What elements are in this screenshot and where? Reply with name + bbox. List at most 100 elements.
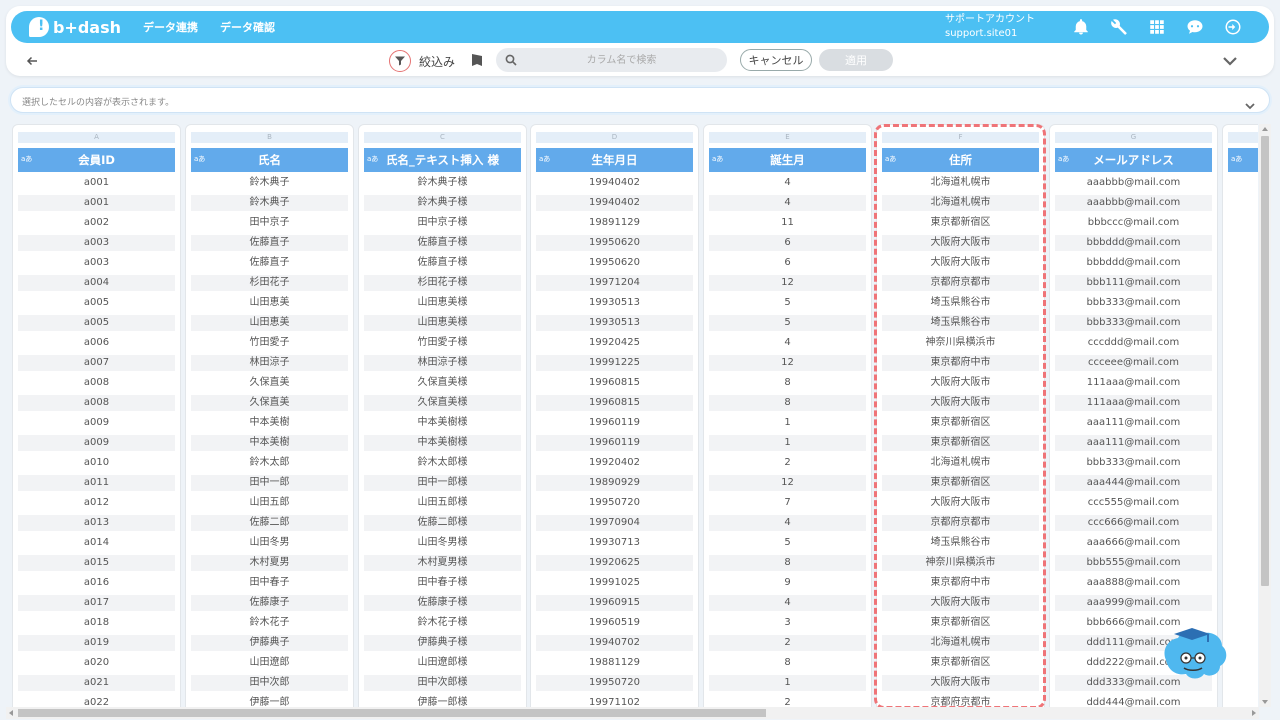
table-cell[interactable]: 北海道札幌市 [882,455,1039,471]
table-cell[interactable]: 東京都新宿区 [882,655,1039,671]
column-letter[interactable]: E [709,132,866,143]
table-cell[interactable]: 杉田花子様 [364,275,521,291]
table-cell[interactable]: 5 [709,295,866,311]
table-cell[interactable]: 4 [709,195,866,211]
table-cell[interactable]: 埼玉県熊谷市 [882,295,1039,311]
table-cell[interactable]: a003 [18,255,175,271]
table-cell[interactable]: bbbccc@mail.com [1055,215,1212,231]
table-cell[interactable]: 佐藤康子様 [364,595,521,611]
table-cell[interactable]: 田中一郎様 [364,475,521,491]
table-cell[interactable]: 4 [709,175,866,191]
table-cell[interactable]: a015 [18,555,175,571]
logout-icon[interactable] [1223,17,1243,37]
table-cell[interactable]: 19930713 [536,535,693,551]
table-cell[interactable]: 大阪府大阪市 [882,395,1039,411]
cell-content-bar[interactable]: 選択したセルの内容が表示されます。 [10,87,1270,113]
column-letter[interactable]: G [1055,132,1212,143]
table-cell[interactable]: 佐藤直子様 [364,255,521,271]
table-cell[interactable]: a008 [18,395,175,411]
table-cell[interactable]: a005 [18,295,175,311]
table-cell[interactable]: bbb333@mail.com [1055,315,1212,331]
table-cell[interactable]: 京都府京都市 [882,695,1039,707]
table-cell[interactable]: 19940402 [536,195,693,211]
logo[interactable]: b+dash [29,17,121,37]
table-cell[interactable]: 5 [709,535,866,551]
nav-data-integration[interactable]: データ連携 [143,19,198,35]
table-cell[interactable]: 山田恵美 [191,315,348,331]
table-cell[interactable]: 4 [709,595,866,611]
table-cell[interactable]: a011 [18,475,175,491]
table-cell[interactable]: 東京都新宿区 [882,415,1039,431]
table-cell[interactable]: 久保直美 [191,375,348,391]
table-cell[interactable]: 田中一郎 [191,475,348,491]
table-cell[interactable]: a005 [18,315,175,331]
table-cell[interactable]: 6 [709,235,866,251]
column-header[interactable]: aあ 氏名 [191,148,348,172]
table-cell[interactable]: 佐藤二郎様 [364,515,521,531]
column-search[interactable] [496,48,727,72]
table-cell[interactable]: ccc666@mail.com [1055,515,1212,531]
table-cell[interactable]: 田中次郎様 [364,675,521,691]
table-cell[interactable]: 111aaa@mail.com [1055,395,1212,411]
table-cell[interactable]: aaa666@mail.com [1055,535,1212,551]
table-cell[interactable]: a021 [18,675,175,691]
table-cell[interactable]: 鈴木太郎様 [364,455,521,471]
table-cell[interactable]: 佐藤二郎 [191,515,348,531]
table-cell[interactable]: 19881129 [536,655,693,671]
table-cell[interactable]: 田中春子 [191,575,348,591]
table-cell[interactable]: bbb333@mail.com [1055,455,1212,471]
table-cell[interactable]: 2 [709,455,866,471]
table-cell[interactable]: 4 [709,335,866,351]
table-cell[interactable]: 山田恵美様 [364,295,521,311]
table-cell[interactable]: 19920625 [536,555,693,571]
table-cell[interactable]: 19940402 [536,175,693,191]
table-cell[interactable]: a002 [18,215,175,231]
column-letter[interactable]: A [18,132,175,143]
table-cell[interactable]: 久保直美 [191,395,348,411]
table-cell[interactable]: bbb333@mail.com [1055,295,1212,311]
table-cell[interactable]: 1 [709,435,866,451]
vertical-scroll-thumb[interactable] [1261,136,1269,586]
table-cell[interactable]: 伊藤一郎様 [364,695,521,707]
table-cell[interactable]: 木村夏男 [191,555,348,571]
table-cell[interactable]: 北海道札幌市 [882,195,1039,211]
table-cell[interactable]: 北海道札幌市 [882,175,1039,191]
table-cell[interactable]: 東京都府中市 [882,355,1039,371]
table-cell[interactable]: 3 [709,615,866,631]
table-cell[interactable]: 田中春子様 [364,575,521,591]
table-cell[interactable]: 佐藤直子様 [364,235,521,251]
table-cell[interactable]: 19971204 [536,275,693,291]
table-cell[interactable]: 佐藤直子 [191,235,348,251]
table-cell[interactable]: aaa444@mail.com [1055,475,1212,491]
table-cell[interactable]: 1 [709,415,866,431]
nav-data-check[interactable]: データ確認 [220,19,275,35]
table-cell[interactable]: aaa999@mail.com [1055,595,1212,611]
table-cell[interactable]: a013 [18,515,175,531]
column-letter[interactable]: H [1228,132,1258,143]
filter-icon[interactable] [389,50,411,72]
chevron-down-icon[interactable] [1222,52,1238,68]
table-cell[interactable]: 大阪府大阪市 [882,255,1039,271]
table-cell[interactable]: 19950720 [536,675,693,691]
table-cell[interactable]: 木村夏男様 [364,555,521,571]
table-cell[interactable]: a008 [18,375,175,391]
horizontal-scrollbar[interactable] [6,707,1259,719]
table-cell[interactable]: 久保直美様 [364,395,521,411]
column-letter[interactable]: D [536,132,693,143]
table-cell[interactable]: 竹田愛子 [191,335,348,351]
bell-icon[interactable] [1071,17,1091,37]
table-cell[interactable]: aaabbb@mail.com [1055,195,1212,211]
table-cell[interactable]: 12 [709,275,866,291]
table-cell[interactable]: 19960815 [536,395,693,411]
table-cell[interactable]: 中本美樹様 [364,415,521,431]
table-cell[interactable]: 鈴木太郎 [191,455,348,471]
table-cell[interactable]: 19890929 [536,475,693,491]
table-cell[interactable]: 7 [709,495,866,511]
table-cell[interactable]: a012 [18,495,175,511]
table-cell[interactable]: 東京都新宿区 [882,475,1039,491]
table-cell[interactable]: a009 [18,435,175,451]
table-cell[interactable]: 11 [709,215,866,231]
table-cell[interactable]: a003 [18,235,175,251]
table-cell[interactable]: 鈴木花子 [191,615,348,631]
table-cell[interactable]: 東京都新宿区 [882,215,1039,231]
